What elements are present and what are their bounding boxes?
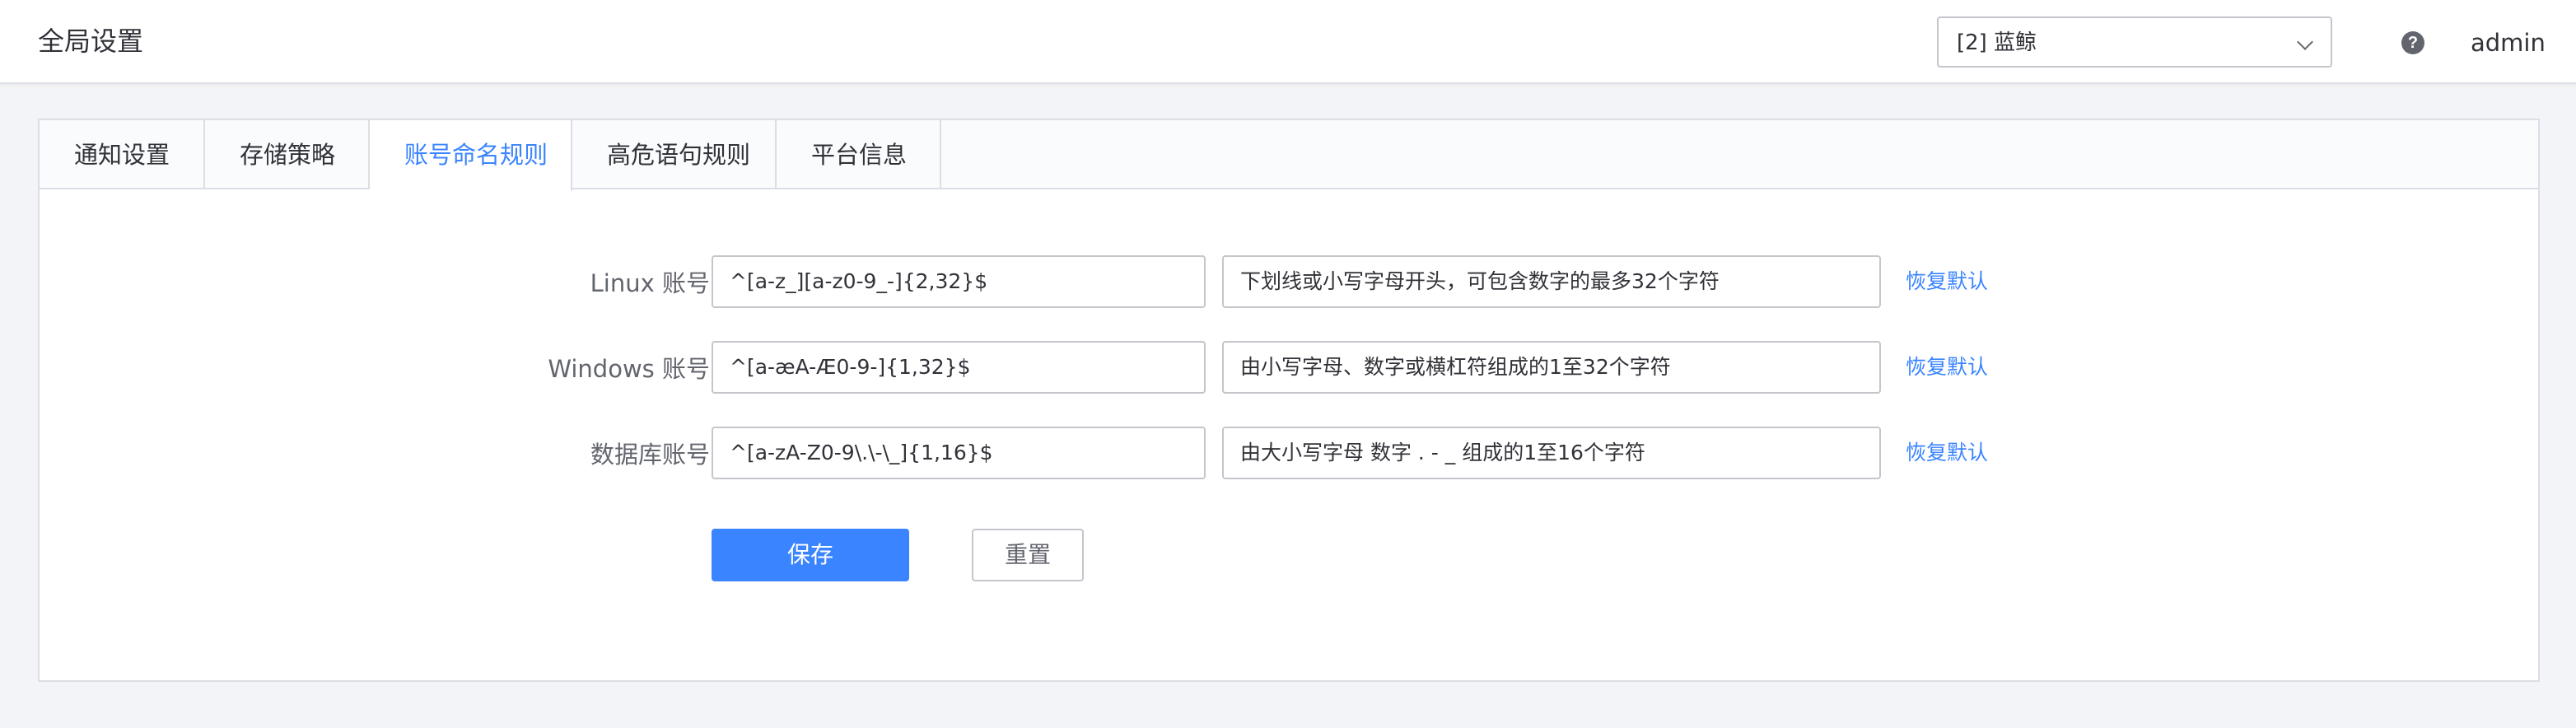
- save-button[interactable]: 保存: [712, 529, 909, 581]
- windows-restore-default-link[interactable]: 恢复默认: [1906, 352, 1988, 382]
- chevron-down-icon: [2297, 34, 2313, 50]
- page-title: 全局设置: [38, 26, 144, 57]
- tab-storage-policy[interactable]: 存储策略: [205, 120, 370, 189]
- business-select-value: [2] 蓝鲸: [1957, 30, 2037, 55]
- database-rule-input[interactable]: ^[a-zA-Z0-9\.\-\_]{1,16}$: [712, 427, 1206, 479]
- database-description-input[interactable]: 由大小写字母 数字 . - _ 组成的1至16个字符: [1222, 427, 1881, 479]
- top-header: 全局设置 [2] 蓝鲸 ? admin: [0, 0, 2576, 84]
- tab-platform-info[interactable]: 平台信息: [777, 120, 941, 189]
- database-restore-default-link[interactable]: 恢复默认: [1906, 438, 1988, 468]
- linux-account-label: Linux 账号: [590, 269, 710, 297]
- windows-account-label: Windows 账号: [548, 355, 710, 383]
- database-account-label: 数据库账号: [590, 441, 710, 469]
- windows-rule-input[interactable]: ^[a-æA-Æ0-9-]{1,32}$: [712, 341, 1206, 394]
- tab-high-risk-statement-rules[interactable]: 高危语句规则: [572, 120, 777, 189]
- tab-bar: 通知设置 存储策略 账号命名规则 高危语句规则 平台信息: [40, 120, 2538, 191]
- user-menu[interactable]: admin: [2471, 26, 2546, 59]
- linux-description-input[interactable]: 下划线或小写字母开头，可包含数字的最多32个字符: [1222, 255, 1881, 308]
- help-icon[interactable]: ?: [2401, 31, 2424, 54]
- tab-notification[interactable]: 通知设置: [40, 120, 205, 189]
- business-select[interactable]: [2] 蓝鲸: [1937, 16, 2332, 68]
- linux-rule-input[interactable]: ^[a-z_][a-z0-9_-]{2,32}$: [712, 255, 1206, 308]
- reset-button[interactable]: 重置: [972, 529, 1084, 581]
- tab-account-naming-rules[interactable]: 账号命名规则: [370, 120, 572, 191]
- windows-description-input[interactable]: 由小写字母、数字或横杠符组成的1至32个字符: [1222, 341, 1881, 394]
- settings-card: 通知设置 存储策略 账号命名规则 高危语句规则 平台信息: [38, 119, 2540, 682]
- linux-restore-default-link[interactable]: 恢复默认: [1906, 267, 1988, 296]
